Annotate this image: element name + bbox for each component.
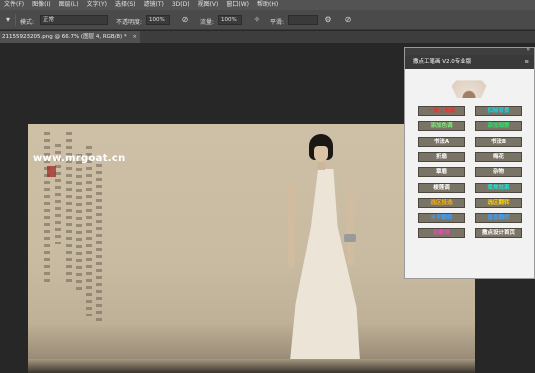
options-bar: ▾ 模式: 正常 不透明度: 100% ⊘ 流量: 100% ✧ 平滑: ⚙ ⊘ [0, 10, 535, 30]
figure-arm-right [347, 184, 354, 266]
document-tab[interactable]: 21155923205.png @ 66.7% (图层 4, RGB/8) * … [0, 31, 140, 43]
menu-help[interactable]: 帮助(H) [257, 0, 278, 10]
plugin-action-button[interactable]: 远航特 [418, 228, 465, 239]
panel-menu-icon[interactable]: ≡ [524, 55, 529, 69]
flow-label: 流量: [200, 19, 215, 26]
opacity-input[interactable]: 100% [146, 15, 170, 25]
plugin-action-button[interactable]: 添加色调 [418, 121, 465, 132]
flow-input[interactable]: 100% [218, 15, 242, 25]
brush-preset-icon[interactable]: ▾ [3, 15, 13, 25]
plugin-action-button[interactable]: 杂物 [475, 167, 522, 178]
menu-3d[interactable]: 3D(D) [172, 0, 190, 10]
mode-select[interactable]: 正常 [40, 15, 108, 25]
calligraphy-column [86, 146, 92, 316]
figure-face [314, 146, 328, 162]
folding-fan-logo [449, 80, 489, 98]
plugin-action-button[interactable]: 垂直翻转 [475, 213, 522, 224]
plugin-action-button[interactable]: 梅花 [475, 151, 522, 162]
pressure-size-icon[interactable]: ⊘ [343, 15, 353, 25]
document-tab-title: 21155923205.png @ 66.7% (图层 4, RGB/8) * [2, 34, 127, 40]
floor-shadow [28, 359, 475, 373]
menu-select[interactable]: 选择(S) [115, 0, 136, 10]
plugin-title-bar: 撒点工笔画 V2.0专业版 ≡ [405, 55, 534, 69]
menu-file[interactable]: 文件(F) [4, 0, 24, 10]
pressure-opacity-icon[interactable]: ⊘ [180, 15, 190, 25]
calligraphy-column [96, 164, 102, 324]
plugin-title: 撒点工笔画 V2.0专业版 [413, 59, 472, 65]
panel-collapse-icon[interactable]: » [526, 46, 530, 53]
figure-arm-left [288, 184, 295, 268]
figure-bangle [344, 234, 356, 242]
menu-bar: 文件(F) 图像(I) 图层(L) 文字(Y) 选择(S) 滤镜(T) 3D(D… [0, 0, 535, 10]
close-icon[interactable]: × [132, 31, 137, 43]
plugin-action-button[interactable]: 棱莲调 [418, 182, 465, 193]
calligraphy-column [76, 154, 82, 294]
menu-filter[interactable]: 滤镜(T) [143, 0, 163, 10]
plugin-action-button[interactable]: 一键工笔画 [418, 106, 465, 116]
gear-icon[interactable]: ⚙ [323, 15, 333, 25]
plugin-action-button[interactable]: 水平翻转 [418, 213, 465, 224]
plugin-action-button[interactable]: 书法A [418, 136, 465, 147]
plugin-action-button[interactable]: 书法B [475, 136, 522, 147]
smooth-input[interactable] [288, 15, 318, 25]
plugin-panel: » 撒点工笔画 V2.0专业版 ≡ 一键工笔画 扣除背景 添加色调 添加烟雾 书法A 书法… [404, 46, 535, 279]
plugin-action-button[interactable]: 扣除背景 [475, 106, 522, 116]
plugin-action-button[interactable]: 添加烟雾 [475, 121, 522, 132]
plugin-action-button[interactable]: 柔焦效果 [475, 182, 522, 193]
mode-label: 模式: [20, 19, 35, 26]
watermark-text: www.mrgoat.cn [33, 153, 126, 164]
plugin-action-button[interactable]: 章眉 [418, 167, 465, 178]
plugin-action-button[interactable]: 折扇 [418, 151, 465, 162]
smooth-label: 平滑: [270, 19, 285, 26]
menu-layer[interactable]: 图层(L) [59, 0, 79, 10]
plugin-action-button[interactable]: 撒点设计首页 [475, 228, 522, 239]
photoshop-window: 文件(F) 图像(I) 图层(L) 文字(Y) 选择(S) 滤镜(T) 3D(D… [0, 0, 535, 373]
menu-view[interactable]: 视图(V) [198, 0, 219, 10]
menu-type[interactable]: 文字(Y) [87, 0, 107, 10]
red-seal [47, 166, 56, 177]
document-tab-bar: 21155923205.png @ 66.7% (图层 4, RGB/8) * … [0, 31, 535, 43]
plugin-action-button[interactable]: 选区翻转 [475, 197, 522, 208]
menu-window[interactable]: 窗口(W) [226, 0, 249, 10]
airbrush-icon[interactable]: ✧ [252, 15, 262, 25]
menu-image[interactable]: 图像(I) [32, 0, 50, 10]
panel-header-strip[interactable]: » [405, 46, 534, 55]
plugin-action-button[interactable]: 选区投选 [418, 197, 465, 208]
divider [15, 14, 16, 26]
opacity-label: 不透明度: [116, 19, 143, 26]
